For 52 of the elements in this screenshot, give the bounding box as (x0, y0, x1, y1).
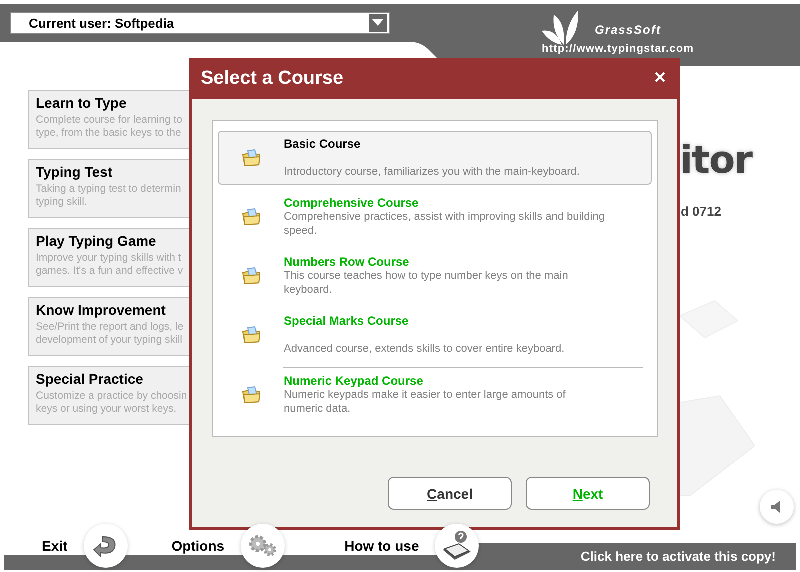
course-description: This course teaches how to type number keys on the main keyboard. (284, 269, 570, 297)
folder-icon (242, 267, 262, 285)
course-item[interactable]: Special Marks Course Advanced course, extends skills to cover entire keyboard. (218, 308, 652, 362)
menu-card-description: Complete course for learning to type, from the basic keys to the (36, 114, 184, 140)
user-select-value: Current user: Softpedia (29, 16, 174, 30)
menu-card-title: Learn to Type (36, 95, 128, 111)
folder-icon (242, 208, 262, 226)
menu-card-description: Customize a practice by choosin keys or using your worst keys. (36, 390, 188, 416)
course-title: Numbers Row Course (284, 255, 410, 269)
course-item[interactable]: Numeric Keypad Course Numeric keypads make it easier to enter large amounts of numeric data. (218, 368, 652, 422)
user-select[interactable]: Current user: Softpedia (10, 12, 390, 34)
menu-card-title: Typing Test (36, 164, 114, 180)
website-url: http://www.typingstar.com (542, 43, 694, 55)
course-title: Numeric Keypad Course (284, 374, 424, 388)
course-description: Comprehensive practices, assist with improving skills and building speed. (284, 210, 606, 238)
exit-button[interactable]: Exit (42, 538, 68, 554)
brand-name: GrassSoft (595, 23, 662, 37)
folder-icon (242, 326, 262, 344)
menu-card-title: Know Improvement (36, 302, 167, 318)
menu-card-title: Special Practice (36, 371, 144, 387)
course-title: Special Marks Course (284, 314, 410, 328)
menu-card[interactable]: Typing Test Taking a typing test to determin typing skill. (28, 159, 192, 218)
close-button[interactable]: × (654, 67, 666, 90)
help-button[interactable]: How to use (344, 538, 420, 554)
menu-card-title: Play Typing Game (36, 233, 158, 249)
menu-card[interactable]: Play Typing Game Improve your typing skills with t games. It's a fun and effective v (28, 228, 192, 287)
course-title: Basic Course (284, 137, 362, 151)
activate-link[interactable]: Click here to activate this copy! (580, 549, 776, 564)
help-book-icon[interactable] (441, 530, 474, 562)
course-description: Introductory course, familiarizes you with the main-keyboard. (284, 165, 581, 179)
speaker-button[interactable] (760, 490, 794, 524)
folder-icon (242, 386, 262, 404)
menu-card[interactable]: Know Improvement See/Print the report and logs, le development of your typing skill (28, 297, 192, 356)
app-logo-text: itor (680, 138, 754, 182)
cancel-button[interactable]: Cancel (388, 477, 512, 510)
menu-card[interactable]: Special Practice Customize a practice by choosin keys or using your worst keys. (28, 366, 192, 425)
course-title: Comprehensive Course (284, 196, 420, 210)
course-description: Advanced course, extends skills to cover entire keyboard. (284, 342, 566, 356)
menu-card-description: Taking a typing test to determin typing skill. (36, 183, 182, 209)
course-item[interactable]: Basic Course Introductory course, familiarizes you with the main-keyboard. (218, 131, 652, 185)
course-item[interactable]: Numbers Row Course This course teaches how to type number keys on the main keyboard. (218, 249, 652, 303)
version-text: d 0712 (681, 204, 722, 219)
dialog-title: Select a Course (201, 68, 344, 90)
course-item[interactable]: Comprehensive Course Comprehensive practices, assist with improving skills and building speed. (218, 190, 652, 244)
folder-icon (242, 149, 262, 167)
menu-card-description: See/Print the report and logs, le development of your typing skill (36, 321, 185, 347)
course-description: Numeric keypads make it easier to enter large amounts of numeric data. (284, 388, 567, 416)
caret-icon[interactable] (369, 14, 387, 32)
options-button[interactable]: Options (172, 538, 225, 554)
gears-icon[interactable] (248, 535, 278, 557)
menu-card[interactable]: Learn to Type Complete course for learning to type, from the basic keys to the (28, 90, 192, 149)
menu-card-description: Improve your typing skills with t games. It's a fun and effective v (36, 252, 184, 278)
